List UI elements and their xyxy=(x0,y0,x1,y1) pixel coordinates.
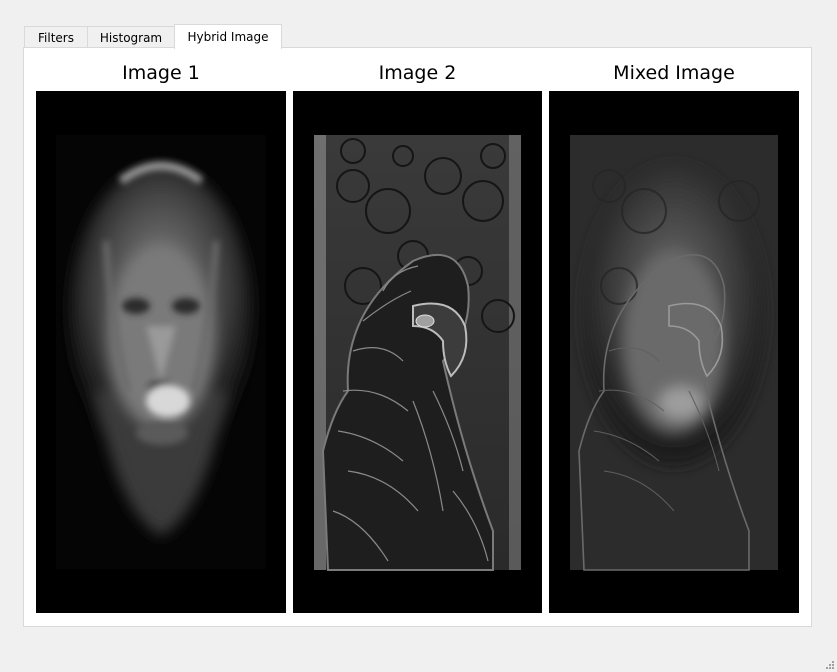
tab-filters[interactable]: Filters xyxy=(24,26,88,48)
image-1-title: Image 1 xyxy=(122,62,200,84)
image-1-view[interactable] xyxy=(36,91,286,613)
tab-bar: Filters Histogram Hybrid Image xyxy=(24,24,282,49)
image-2-title: Image 2 xyxy=(378,62,457,84)
hybrid-image-panel: Image 1 Image 2 Mixed Image xyxy=(23,47,812,627)
parrot-image xyxy=(314,135,521,571)
image-2-view[interactable] xyxy=(293,91,542,613)
tab-histogram[interactable]: Histogram xyxy=(87,26,175,48)
mixed-image-view[interactable] xyxy=(549,91,799,613)
lion-image xyxy=(56,135,266,569)
resize-grip-icon[interactable] xyxy=(824,659,834,669)
mixed-image xyxy=(570,135,778,571)
tab-hybrid-image[interactable]: Hybrid Image xyxy=(174,24,282,49)
mixed-image-title: Mixed Image xyxy=(613,62,735,84)
